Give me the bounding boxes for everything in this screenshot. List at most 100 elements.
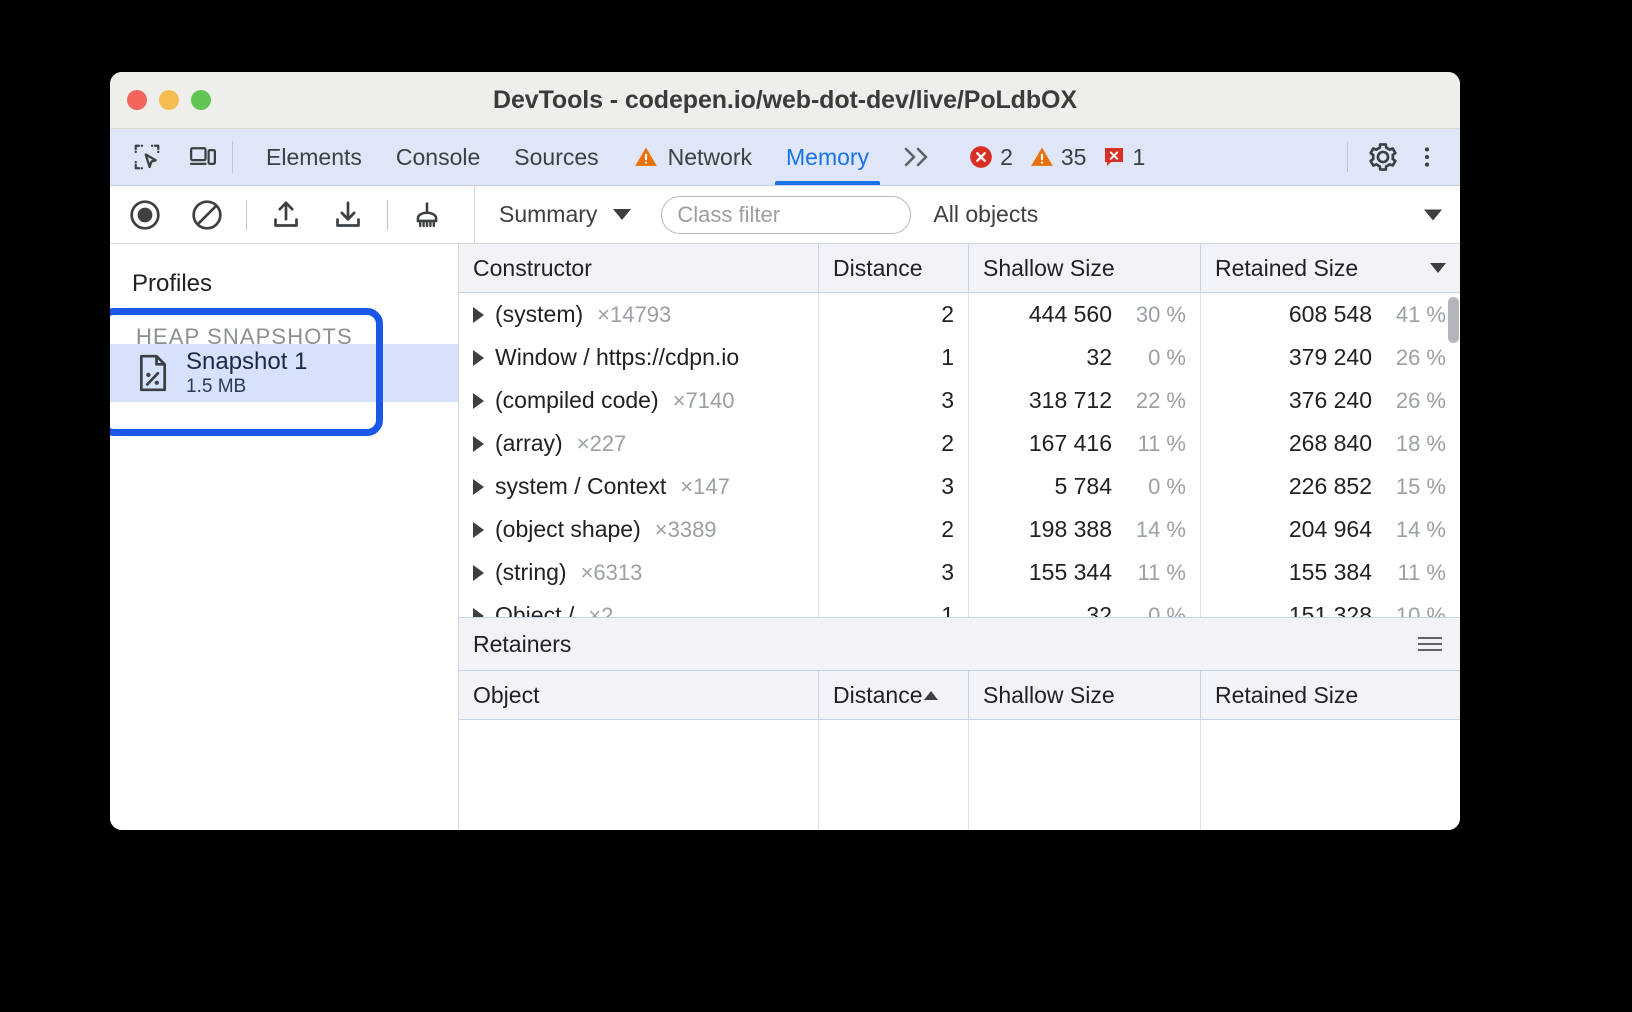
cell-constructor[interactable]: (array) ×227 [459, 422, 819, 465]
table-row[interactable]: (string) ×6313 3 155 34411 % 155 38411 % [459, 551, 1460, 594]
tab-network-label: Network [668, 144, 752, 171]
table-row[interactable]: system / Context ×147 3 5 7840 % 226 852… [459, 465, 1460, 508]
expand-triangle-icon[interactable] [473, 479, 484, 495]
cell-retained-size: 204 96414 % [1201, 508, 1460, 551]
constructor-name: (array) [495, 430, 563, 457]
more-tabs-icon[interactable] [886, 129, 952, 185]
expand-triangle-icon[interactable] [473, 307, 484, 323]
cell-constructor[interactable]: (object shape) ×3389 [459, 508, 819, 551]
table-row[interactable]: (system) ×14793 2 444 56030 % 608 54841 … [459, 293, 1460, 336]
hamburger-menu-icon[interactable] [1418, 637, 1442, 651]
table-row[interactable]: (compiled code) ×7140 3 318 71222 % 376 … [459, 379, 1460, 422]
snapshot-size: 1.5 MB [186, 376, 307, 397]
minimize-window-button[interactable] [159, 90, 179, 110]
table-row[interactable]: (object shape) ×3389 2 198 38814 % 204 9… [459, 508, 1460, 551]
column-header-retainer-shallow-size[interactable]: Shallow Size [969, 671, 1201, 719]
retainers-distance-column [819, 720, 969, 830]
load-profile-icon[interactable] [267, 196, 305, 234]
object-filter-dropdown[interactable]: All objects [923, 201, 1038, 228]
retainers-retained-column [1201, 720, 1460, 830]
chevron-down-icon[interactable] [1424, 209, 1442, 220]
cell-constructor[interactable]: (string) ×6313 [459, 551, 819, 594]
tab-console[interactable]: Console [379, 129, 497, 185]
column-header-retainer-distance-label: Distance [833, 682, 922, 709]
summary-grid-scrollbar[interactable] [1446, 293, 1460, 617]
more-vertical-icon[interactable] [1408, 138, 1446, 176]
cell-retained-size: 608 54841 % [1201, 293, 1460, 336]
tab-elements-label: Elements [266, 144, 362, 171]
column-header-shallow-size-label: Shallow Size [983, 255, 1115, 282]
column-header-object[interactable]: Object [459, 671, 819, 719]
constructor-count: ×227 [577, 431, 627, 457]
collect-garbage-icon[interactable] [408, 196, 446, 234]
column-header-retainer-shallow-size-label: Shallow Size [983, 682, 1115, 709]
heap-snapshots-section-header: HEAP SNAPSHOTS [110, 298, 458, 344]
close-window-button[interactable] [127, 90, 147, 110]
error-counter[interactable]: 2 [968, 144, 1013, 171]
cell-constructor[interactable]: system / Context ×147 [459, 465, 819, 508]
cell-constructor[interactable]: Object / ×2 [459, 594, 819, 617]
warning-count: 35 [1061, 144, 1087, 171]
expand-triangle-icon[interactable] [473, 522, 484, 538]
tab-network[interactable]: Network [616, 129, 769, 185]
devtools-window: DevTools - codepen.io/web-dot-dev/live/P… [110, 72, 1460, 830]
column-header-constructor[interactable]: Constructor [459, 244, 819, 292]
issues-counter[interactable]: 1 [1102, 144, 1145, 171]
cell-shallow-size: 198 38814 % [969, 508, 1201, 551]
sidebar-item-snapshot-1[interactable]: Snapshot 1 1.5 MB [110, 344, 458, 402]
view-mode-dropdown[interactable]: Summary [491, 201, 639, 228]
retainers-grid-rows [459, 720, 1460, 830]
save-profile-icon[interactable] [329, 196, 367, 234]
expand-triangle-icon[interactable] [473, 608, 484, 618]
summary-grid-rows: (system) ×14793 2 444 56030 % 608 54841 … [459, 293, 1460, 617]
record-heap-snapshot-icon[interactable] [126, 196, 164, 234]
tab-memory[interactable]: Memory [769, 129, 886, 185]
traffic-lights [127, 90, 211, 110]
retainers-header-bar: Retainers [459, 617, 1460, 671]
column-header-retained-size[interactable]: Retained Size [1201, 244, 1460, 292]
table-row[interactable]: Window / https://cdpn.io 1 320 % 379 240… [459, 336, 1460, 379]
right-tools-divider [1347, 142, 1348, 172]
constructor-name: (string) [495, 559, 567, 586]
cell-constructor[interactable]: (system) ×14793 [459, 293, 819, 336]
cell-distance: 2 [819, 422, 969, 465]
clear-icon[interactable] [188, 196, 226, 234]
class-filter-input[interactable] [661, 196, 911, 234]
column-header-retainer-retained-size[interactable]: Retained Size [1201, 671, 1460, 719]
cell-constructor[interactable]: (compiled code) ×7140 [459, 379, 819, 422]
expand-triangle-icon[interactable] [473, 565, 484, 581]
column-header-retainer-distance[interactable]: Distance [819, 671, 969, 719]
cell-shallow-size: 320 % [969, 594, 1201, 617]
expand-triangle-icon[interactable] [473, 436, 484, 452]
maximize-window-button[interactable] [191, 90, 211, 110]
cell-shallow-size: 320 % [969, 336, 1201, 379]
tab-sources[interactable]: Sources [497, 129, 615, 185]
table-row[interactable]: Object / ×2 1 320 % 151 32810 % [459, 594, 1460, 617]
heap-snapshot-file-icon [136, 354, 170, 392]
constructor-name: system / Context [495, 473, 666, 500]
cell-distance: 3 [819, 551, 969, 594]
cell-shallow-size: 5 7840 % [969, 465, 1201, 508]
tab-elements[interactable]: Elements [249, 129, 379, 185]
device-toolbar-icon[interactable] [184, 138, 222, 176]
inspect-element-icon[interactable] [128, 138, 166, 176]
memory-panel-body: Profiles HEAP SNAPSHOTS Snapshot 1 1.5 M… [110, 244, 1460, 830]
column-header-shallow-size[interactable]: Shallow Size [969, 244, 1201, 292]
cell-retained-size: 151 32810 % [1201, 594, 1460, 617]
cell-constructor[interactable]: Window / https://cdpn.io [459, 336, 819, 379]
retainers-title: Retainers [473, 631, 571, 658]
expand-triangle-icon[interactable] [473, 393, 484, 409]
gear-icon[interactable] [1364, 138, 1402, 176]
constructor-name: Object / [495, 602, 574, 617]
column-header-distance[interactable]: Distance [819, 244, 969, 292]
warning-triangle-icon [1029, 144, 1055, 170]
column-header-constructor-label: Constructor [473, 255, 592, 282]
retainers-object-column [459, 720, 819, 830]
column-header-retainer-retained-size-label: Retained Size [1215, 682, 1358, 709]
warning-counter[interactable]: 35 [1029, 144, 1087, 171]
expand-triangle-icon[interactable] [473, 350, 484, 366]
cell-distance: 2 [819, 293, 969, 336]
sort-descending-icon [1430, 263, 1446, 273]
table-row[interactable]: (array) ×227 2 167 41611 % 268 84018 % [459, 422, 1460, 465]
scrollbar-thumb[interactable] [1448, 297, 1459, 343]
